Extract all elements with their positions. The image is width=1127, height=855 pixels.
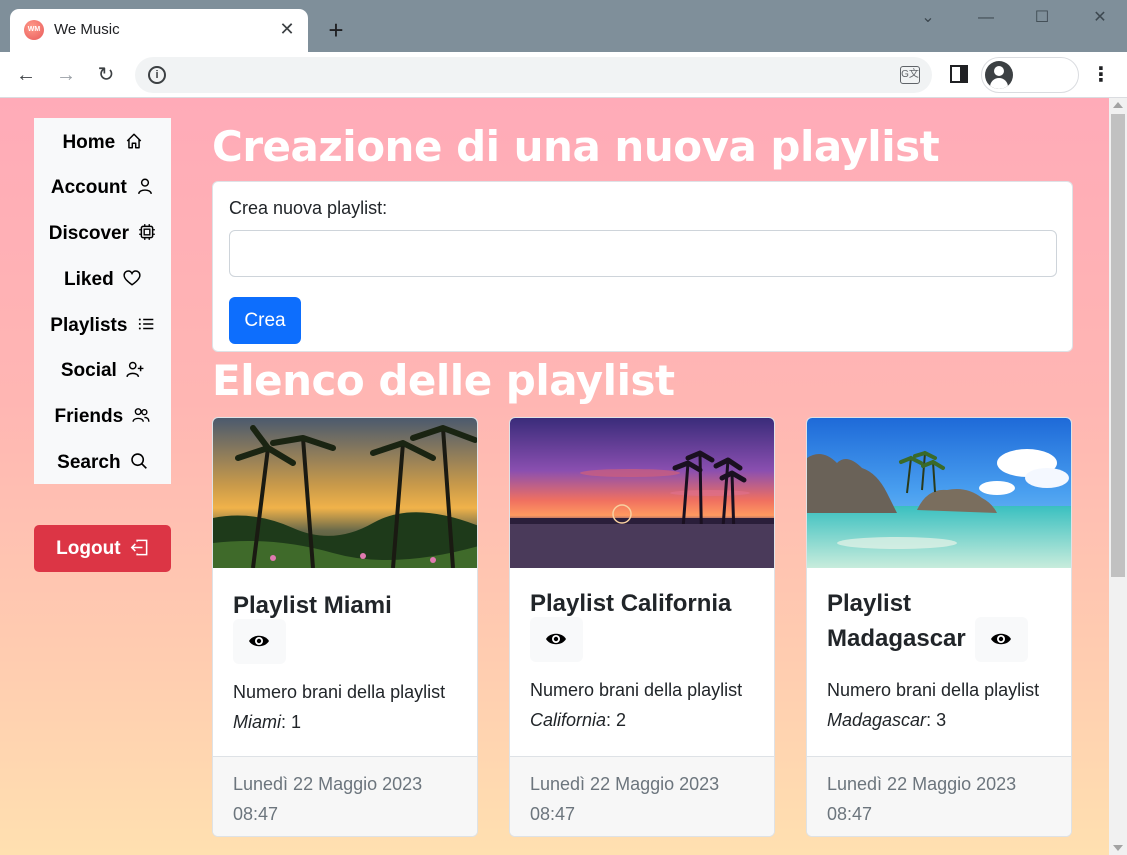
sidebar-item-label: Playlists bbox=[50, 315, 128, 336]
view-playlist-button[interactable] bbox=[233, 619, 286, 664]
playlist-date: Lunedì 22 Maggio 2023 08:47 bbox=[233, 774, 423, 824]
address-bar[interactable]: i G文 bbox=[135, 57, 932, 93]
menu-icon[interactable]: ⋮ bbox=[1091, 62, 1111, 88]
sidebar-item-label: Discover bbox=[48, 223, 129, 244]
sidebar-item-label: Search bbox=[57, 452, 121, 473]
person-icon bbox=[138, 178, 153, 195]
box-arrow-left-icon bbox=[130, 539, 148, 556]
page-title: Creazione di una nuova playlist bbox=[212, 122, 940, 171]
scroll-down-arrow-icon[interactable] bbox=[1113, 845, 1123, 851]
count-value: : 3 bbox=[926, 710, 947, 730]
sidebar-item-social[interactable]: Social bbox=[34, 351, 171, 391]
create-button[interactable]: Crea bbox=[229, 297, 301, 344]
create-playlist-form: Crea nuova playlist: Crea bbox=[212, 181, 1073, 352]
playlist-name: Miami bbox=[233, 712, 281, 732]
card-footer: Lunedì 22 Maggio 2023 08:47 bbox=[213, 756, 477, 836]
sidebar-item-playlists[interactable]: Playlists bbox=[34, 306, 171, 346]
home-icon bbox=[126, 133, 141, 149]
scroll-thumb[interactable] bbox=[1111, 114, 1125, 577]
side-panel-icon[interactable] bbox=[950, 65, 968, 83]
tab-close-icon[interactable]: ✕ bbox=[276, 18, 298, 40]
count-value: : 2 bbox=[606, 710, 627, 730]
count-value: : 1 bbox=[281, 712, 302, 732]
sidebar-item-label: Liked bbox=[64, 269, 114, 290]
playlist-image bbox=[807, 418, 1071, 568]
sidebar-item-label: Social bbox=[60, 360, 117, 381]
playlist-image bbox=[510, 418, 774, 568]
list-icon bbox=[138, 318, 153, 330]
browser-tab[interactable]: WM We Music ✕ bbox=[10, 9, 308, 52]
playlist-card-miami: Playlist Miami Numero brani della playli… bbox=[212, 417, 478, 837]
sidebar-item-account[interactable]: Account bbox=[34, 168, 171, 208]
count-prefix: Numero brani della playlist bbox=[233, 682, 446, 702]
tab-title: We Music bbox=[54, 21, 120, 38]
search-icon bbox=[131, 453, 147, 469]
playlist-date: Lunedì 22 Maggio 2023 08:47 bbox=[827, 774, 1017, 824]
count-prefix: Numero brani della playlist bbox=[827, 680, 1040, 700]
favicon: WM bbox=[24, 20, 44, 40]
logout-label: Logout bbox=[56, 538, 121, 559]
sidebar-item-friends[interactable]: Friends bbox=[34, 397, 171, 437]
tab-search-chevron-icon[interactable]: ⌄ bbox=[913, 6, 943, 30]
playlist-name: Madagascar bbox=[827, 710, 927, 730]
translate-icon[interactable]: G文 bbox=[900, 66, 920, 84]
person-plus-icon bbox=[126, 361, 144, 378]
sidebar-item-search[interactable]: Search bbox=[34, 443, 171, 483]
sidebar-item-discover[interactable]: Discover bbox=[34, 214, 171, 254]
sidebar: Home Account Discover Liked Playlists So… bbox=[34, 118, 171, 484]
count-prefix: Numero brani della playlist bbox=[530, 680, 743, 700]
vertical-scrollbar[interactable] bbox=[1109, 98, 1127, 855]
playlist-song-count: Numero brani della playlist Madagascar: … bbox=[827, 675, 1057, 735]
page-viewport: Home Account Discover Liked Playlists So… bbox=[0, 98, 1109, 855]
playlist-name-label: Crea nuova playlist: bbox=[229, 198, 388, 218]
browser-titlebar: WM We Music ✕ + ⌄ — ☐ ✕ bbox=[0, 0, 1127, 52]
heart-icon bbox=[123, 270, 141, 286]
people-icon bbox=[132, 408, 151, 422]
card-footer: Lunedì 22 Maggio 2023 08:47 bbox=[510, 756, 774, 836]
new-tab-icon[interactable]: + bbox=[324, 17, 348, 43]
playlist-image bbox=[213, 418, 477, 568]
playlist-card-madagascar: Playlist Madagascar Numero brani della p… bbox=[806, 417, 1072, 837]
view-playlist-button[interactable] bbox=[530, 617, 583, 662]
eye-icon bbox=[249, 635, 269, 647]
sidebar-item-label: Friends bbox=[54, 406, 124, 427]
sidebar-item-liked[interactable]: Liked bbox=[34, 260, 171, 300]
forward-icon[interactable]: → bbox=[52, 61, 80, 89]
card-footer: Lunedì 22 Maggio 2023 08:47 bbox=[807, 756, 1071, 836]
view-playlist-button[interactable] bbox=[975, 617, 1028, 662]
playlist-song-count: Numero brani della playlist Miami: 1 bbox=[233, 677, 463, 737]
back-icon[interactable]: ← bbox=[12, 61, 40, 89]
section-title: Elenco delle playlist bbox=[212, 356, 675, 405]
profile-button[interactable] bbox=[981, 57, 1079, 93]
site-info-icon[interactable]: i bbox=[148, 66, 166, 84]
eye-icon bbox=[991, 633, 1011, 645]
sidebar-item-label: Home bbox=[62, 132, 116, 153]
minimize-icon[interactable]: — bbox=[971, 6, 1001, 30]
playlist-name-input[interactable] bbox=[229, 230, 1057, 277]
cpu-icon bbox=[139, 224, 156, 240]
playlist-title: Playlist California bbox=[530, 590, 732, 617]
playlist-song-count: Numero brani della playlist California: … bbox=[530, 675, 760, 735]
sidebar-item-label: Account bbox=[50, 177, 127, 198]
playlist-title: Playlist Miami bbox=[233, 592, 392, 619]
sidebar-item-home[interactable]: Home bbox=[34, 123, 171, 163]
logout-button[interactable]: Logout bbox=[34, 525, 171, 572]
avatar bbox=[985, 61, 1013, 89]
playlist-name: California bbox=[530, 710, 607, 730]
playlist-title: Playlist Madagascar bbox=[827, 590, 966, 652]
window-close-icon[interactable]: ✕ bbox=[1085, 6, 1115, 30]
browser-toolbar: ← → ↻ i G文 ⋮ bbox=[0, 52, 1127, 98]
maximize-icon[interactable]: ☐ bbox=[1027, 6, 1057, 30]
playlist-card-california: Playlist California Numero brani della p… bbox=[509, 417, 775, 837]
eye-icon bbox=[546, 633, 566, 645]
scroll-up-arrow-icon[interactable] bbox=[1113, 102, 1123, 108]
reload-icon[interactable]: ↻ bbox=[92, 61, 120, 89]
playlist-date: Lunedì 22 Maggio 2023 08:47 bbox=[530, 774, 720, 824]
